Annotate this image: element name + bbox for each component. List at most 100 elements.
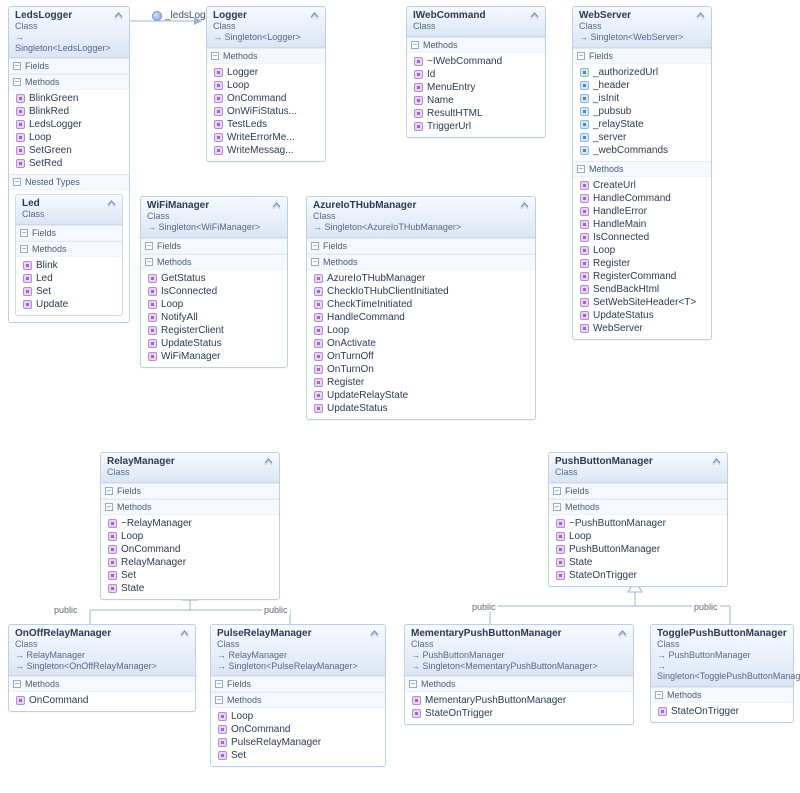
member-item[interactable]: TriggerUrl [411, 120, 541, 133]
class-MementaryPushButtonManager[interactable]: MementaryPushButtonManagerClass→ PushBut… [404, 624, 634, 725]
member-item[interactable]: CreateUrl [577, 179, 707, 192]
class-WebServer[interactable]: WebServerClass→ Singleton<WebServer>−Fie… [572, 6, 712, 340]
section-header[interactable]: −Methods [211, 693, 385, 708]
expand-icon[interactable]: − [553, 503, 561, 511]
expand-icon[interactable]: − [20, 229, 28, 237]
member-item[interactable]: UpdateStatus [311, 402, 531, 415]
member-item[interactable]: Set [215, 749, 381, 762]
member-item[interactable]: RegisterCommand [577, 270, 707, 283]
expand-icon[interactable]: − [105, 487, 113, 495]
section-header[interactable]: −Fields [9, 59, 129, 74]
member-item[interactable]: BlinkGreen [13, 92, 125, 105]
member-item[interactable]: ~IWebCommand [411, 55, 541, 68]
member-item[interactable]: Led [20, 272, 118, 285]
member-item[interactable]: ~PushButtonManager [553, 517, 723, 530]
class-AzureIoTHubManager[interactable]: AzureIoTHubManagerClass→ Singleton<Azure… [306, 196, 536, 420]
class-header[interactable]: OnOffRelayManagerClass→ RelayManager→ Si… [9, 625, 195, 676]
class-header[interactable]: MementaryPushButtonManagerClass→ PushBut… [405, 625, 633, 676]
member-item[interactable]: HandleCommand [577, 192, 707, 205]
member-item[interactable]: Loop [311, 324, 531, 337]
member-item[interactable]: WebServer [577, 322, 707, 335]
member-item[interactable]: CheckIoTHubClientInitiated [311, 285, 531, 298]
member-item[interactable]: HandleMain [577, 218, 707, 231]
member-item[interactable]: Blink [20, 259, 118, 272]
member-item[interactable]: Register [577, 257, 707, 270]
member-item[interactable]: Loop [215, 710, 381, 723]
expand-icon[interactable]: − [13, 178, 21, 186]
expand-icon[interactable]: − [311, 242, 319, 250]
expand-icon[interactable]: − [145, 258, 153, 266]
expand-icon[interactable]: − [655, 691, 663, 699]
member-item[interactable]: OnWiFiStatus... [211, 105, 321, 118]
member-item[interactable]: UpdateStatus [577, 309, 707, 322]
member-item[interactable]: PushButtonManager [553, 543, 723, 556]
class-header[interactable]: RelayManagerClass [101, 453, 279, 483]
section-header[interactable]: −Methods [101, 500, 279, 515]
member-item[interactable]: IsConnected [145, 285, 283, 298]
expand-icon[interactable]: − [409, 680, 417, 688]
member-item[interactable]: Loop [211, 79, 321, 92]
member-item[interactable]: UpdateStatus [145, 337, 283, 350]
collapse-icon[interactable] [617, 628, 627, 638]
member-item[interactable]: MementaryPushButtonManager [409, 694, 629, 707]
expand-icon[interactable]: − [215, 696, 223, 704]
collapse-icon[interactable] [519, 200, 529, 210]
section-header[interactable]: −Methods [573, 162, 711, 177]
member-item[interactable]: SetWebSiteHeader<T> [577, 296, 707, 309]
section-header[interactable]: −Fields [101, 484, 279, 499]
collapse-icon[interactable] [106, 198, 116, 208]
member-item[interactable]: ResultHTML [411, 107, 541, 120]
expand-icon[interactable]: − [553, 487, 561, 495]
member-item[interactable]: Loop [577, 244, 707, 257]
class-header[interactable]: PushButtonManagerClass [549, 453, 727, 483]
section-header[interactable]: −Methods [207, 49, 325, 64]
member-item[interactable]: WriteMessag... [211, 144, 321, 157]
class-header[interactable]: TogglePushButtonManagerClass→ PushButton… [651, 625, 793, 687]
member-item[interactable]: StateOnTrigger [655, 705, 789, 718]
expand-icon[interactable]: − [145, 242, 153, 250]
member-item[interactable]: BlinkRed [13, 105, 125, 118]
member-item[interactable]: _authorizedUrl [577, 66, 707, 79]
member-item[interactable]: NotifyAll [145, 311, 283, 324]
member-item[interactable]: LedsLogger [13, 118, 125, 131]
nested-class-Led[interactable]: LedClass−Fields−MethodsBlinkLedSetUpdate [15, 194, 123, 316]
member-item[interactable]: _webCommands [577, 144, 707, 157]
class-OnOffRelayManager[interactable]: OnOffRelayManagerClass→ RelayManager→ Si… [8, 624, 196, 712]
expand-icon[interactable]: − [20, 245, 28, 253]
member-item[interactable]: SetRed [13, 157, 125, 170]
member-item[interactable]: ~RelayManager [105, 517, 275, 530]
expand-icon[interactable]: − [13, 62, 21, 70]
expand-icon[interactable]: − [13, 680, 21, 688]
member-item[interactable]: Set [105, 569, 275, 582]
section-header[interactable]: −Fields [141, 239, 287, 254]
section-header[interactable]: −Methods [141, 255, 287, 270]
class-header[interactable]: LoggerClass→ Singleton<Logger> [207, 7, 325, 48]
member-item[interactable]: MenuEntry [411, 81, 541, 94]
section-header[interactable]: −Fields [16, 226, 122, 241]
section-header[interactable]: −Methods [651, 688, 793, 703]
member-item[interactable]: _server [577, 131, 707, 144]
class-header[interactable]: AzureIoTHubManagerClass→ Singleton<Azure… [307, 197, 535, 238]
member-item[interactable]: TestLeds [211, 118, 321, 131]
member-item[interactable]: StateOnTrigger [553, 569, 723, 582]
member-item[interactable]: GetStatus [145, 272, 283, 285]
member-item[interactable]: StateOnTrigger [409, 707, 629, 720]
class-TogglePushButtonManager[interactable]: TogglePushButtonManagerClass→ PushButton… [650, 624, 794, 723]
class-header[interactable]: IWebCommandClass [407, 7, 545, 37]
expand-icon[interactable]: − [215, 680, 223, 688]
member-item[interactable]: OnCommand [211, 92, 321, 105]
member-item[interactable]: Id [411, 68, 541, 81]
class-PushButtonManager[interactable]: PushButtonManagerClass−Fields−Methods~Pu… [548, 452, 728, 587]
member-item[interactable]: _isInit [577, 92, 707, 105]
member-item[interactable]: _relayState [577, 118, 707, 131]
member-item[interactable]: State [553, 556, 723, 569]
section-header[interactable]: −Methods [407, 38, 545, 53]
member-item[interactable]: WriteErrorMe... [211, 131, 321, 144]
member-item[interactable]: OnActivate [311, 337, 531, 350]
member-item[interactable]: Loop [13, 131, 125, 144]
member-item[interactable]: UpdateRelayState [311, 389, 531, 402]
collapse-icon[interactable] [369, 628, 379, 638]
member-item[interactable]: Loop [145, 298, 283, 311]
member-item[interactable]: WiFiManager [145, 350, 283, 363]
expand-icon[interactable]: − [577, 165, 585, 173]
